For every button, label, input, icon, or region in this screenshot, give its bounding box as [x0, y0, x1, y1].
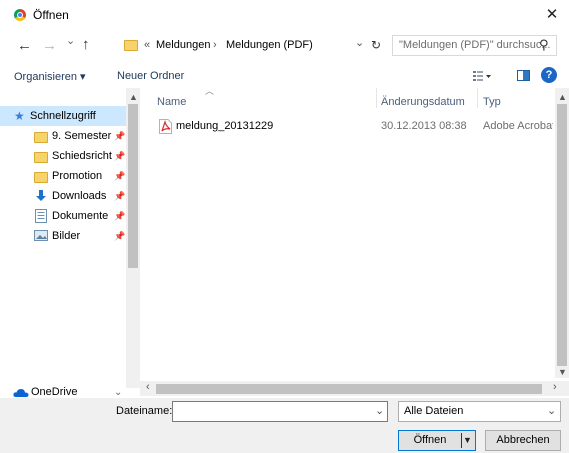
picture-icon	[34, 230, 48, 241]
sidebar-item-label: 9. Semester (S	[52, 130, 112, 142]
breadcrumb-item-meldungen[interactable]: Meldungen	[156, 39, 210, 51]
pin-icon[interactable]: 📌	[114, 206, 125, 226]
horizontal-scroll-thumb[interactable]	[156, 384, 542, 394]
address-dropdown-icon[interactable]: ⌄	[355, 36, 364, 49]
split-divider	[461, 433, 462, 448]
search-input[interactable]: "Meldungen (PDF)" durchsuc...	[399, 39, 550, 51]
up-icon[interactable]: ↑	[82, 36, 90, 53]
column-divider[interactable]	[477, 88, 478, 108]
scroll-up-icon[interactable]: ▲	[129, 92, 138, 102]
document-icon	[35, 209, 47, 223]
view-list-icon	[473, 71, 491, 81]
chrome-icon	[14, 9, 26, 21]
new-folder-button[interactable]: Neuer Ordner	[117, 70, 184, 82]
view-options-button[interactable]	[472, 69, 492, 83]
sidebar-item-semester[interactable]: 9. Semester (S 📌	[0, 126, 126, 146]
folder-icon	[34, 132, 48, 143]
sidebar-item-schiedsrichter[interactable]: Schiedsrichte 📌	[0, 146, 126, 166]
scroll-down-icon[interactable]: ▼	[558, 367, 567, 377]
breadcrumb-item-meldungen-pdf[interactable]: Meldungen (PDF)	[226, 39, 313, 51]
title-bar	[0, 0, 569, 30]
pin-icon[interactable]: 📌	[114, 146, 125, 166]
pin-icon[interactable]: 📌	[114, 126, 125, 146]
navigation-pane: ★ Schnellzugriff 9. Semester (S 📌 Schied…	[0, 88, 140, 398]
sidebar-item-label: Downloads	[52, 190, 107, 202]
scroll-up-icon[interactable]: ▲	[558, 92, 567, 102]
back-icon[interactable]: ←	[17, 37, 32, 54]
open-button-label: Öffnen	[413, 434, 447, 446]
folder-icon	[34, 152, 48, 163]
chevron-down-icon[interactable]: ⌄	[375, 404, 384, 417]
column-divider[interactable]	[376, 88, 377, 108]
scroll-left-icon[interactable]: ‹	[146, 381, 150, 393]
sidebar-item-label: Schnellzugriff	[30, 110, 96, 122]
refresh-icon[interactable]: ↻	[371, 38, 381, 52]
sidebar-item-promotion[interactable]: Promotion 📌	[0, 166, 126, 186]
sidebar-item-label: Promotion	[52, 170, 103, 182]
pin-icon[interactable]: 📌	[114, 226, 125, 246]
sidebar-item-downloads[interactable]: Downloads 📌	[0, 186, 126, 206]
open-button[interactable]: Öffnen ▼	[398, 430, 476, 451]
column-header-name[interactable]: Name	[157, 96, 186, 108]
breadcrumb-separator: ›	[213, 39, 217, 51]
cloud-icon	[13, 389, 29, 397]
breadcrumb-overflow[interactable]: «	[144, 39, 150, 51]
pdf-file-icon	[159, 119, 172, 134]
filename-label: Dateiname:	[116, 405, 173, 417]
file-type-filter[interactable]: Alle Dateien ⌄	[398, 401, 561, 422]
cancel-button[interactable]: Abbrechen	[485, 430, 561, 451]
file-type-filter-value: Alle Dateien	[404, 405, 464, 417]
search-icon[interactable]: ⚲	[539, 37, 549, 53]
folder-icon	[124, 40, 138, 51]
sidebar-item-label: Schiedsrichte	[52, 150, 112, 162]
file-list-scroll-thumb[interactable]	[557, 104, 567, 366]
scroll-right-icon[interactable]: ›	[553, 381, 557, 393]
window-title: Öffnen	[33, 8, 69, 22]
help-icon[interactable]: ?	[541, 67, 557, 83]
sidebar-item-bilder[interactable]: Bilder 📌	[0, 226, 126, 246]
sidebar-scroll-thumb[interactable]	[128, 104, 138, 268]
organize-button[interactable]: Organisieren ▾	[14, 70, 86, 83]
chevron-down-icon[interactable]: ⌄	[547, 404, 556, 417]
address-bar[interactable]: « Meldungen › Meldungen (PDF) ⌄ ↻	[120, 35, 390, 56]
file-type: Adobe Acrobat D	[483, 120, 553, 132]
star-icon: ★	[14, 109, 25, 123]
sidebar-item-quick-access[interactable]: ★ Schnellzugriff	[0, 106, 126, 126]
file-name[interactable]: meldung_20131229	[176, 120, 273, 132]
close-button[interactable]: ✕	[540, 4, 564, 26]
preview-pane-icon	[517, 70, 530, 81]
forward-icon[interactable]: →	[42, 37, 57, 54]
download-icon	[36, 190, 46, 201]
sidebar-item-label: Bilder	[52, 230, 81, 242]
open-dropdown-icon[interactable]: ▼	[463, 431, 472, 450]
search-box[interactable]: "Meldungen (PDF)" durchsuc... ⚲	[392, 35, 557, 56]
table-row[interactable]: meldung_20131229 30.12.2013 08:38 Adobe …	[154, 117, 553, 137]
pin-icon[interactable]: 📌	[114, 166, 125, 186]
sidebar-item-dokumente[interactable]: Dokumente 📌	[0, 206, 126, 226]
column-header-type[interactable]: Typ	[483, 96, 501, 108]
recent-locations-icon[interactable]: ⌄	[66, 34, 75, 47]
filename-field[interactable]: ⌄	[172, 401, 388, 422]
pin-icon[interactable]: 📌	[114, 186, 125, 206]
file-date: 30.12.2013 08:38	[381, 120, 467, 132]
column-header-date[interactable]: Änderungsdatum	[381, 96, 465, 108]
sidebar-item-label: Dokumente	[52, 210, 109, 222]
sort-up-icon: ︿	[205, 86, 215, 96]
folder-icon	[34, 172, 48, 183]
preview-pane-button[interactable]	[517, 70, 530, 81]
